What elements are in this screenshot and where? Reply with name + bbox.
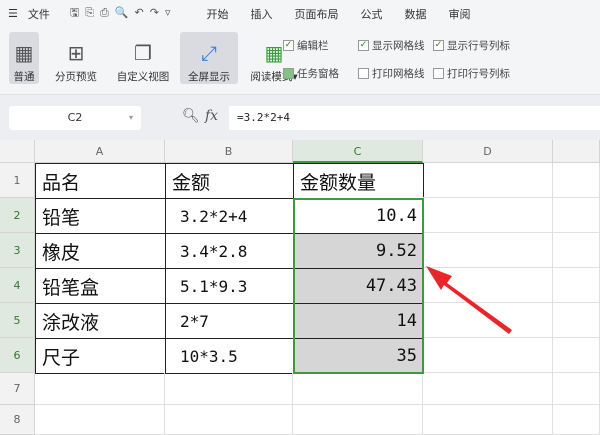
red-arrow: [426, 266, 512, 334]
